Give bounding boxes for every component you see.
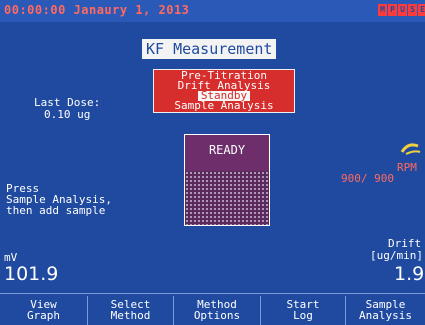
drift-label: Drift bbox=[388, 237, 422, 250]
method-options-button[interactable]: Method Options bbox=[173, 296, 260, 325]
status-icon-m: M bbox=[378, 4, 387, 16]
status-icon-e: E bbox=[418, 4, 425, 16]
view-graph-button[interactable]: View Graph bbox=[0, 296, 87, 325]
status-bar: 00:00:00 Janaury 1, 2013 M P U S E bbox=[0, 0, 425, 22]
select-method-button[interactable]: Select Method bbox=[87, 296, 173, 325]
start-log-button[interactable]: Start Log bbox=[260, 296, 345, 325]
last-dose-value: 0.10 ug bbox=[44, 108, 91, 121]
instruction-text: Press Sample Analysis, then add sample bbox=[6, 182, 112, 217]
titration-cell-liquid bbox=[184, 171, 270, 226]
softkey-bar: View Graph Select Method Method Options … bbox=[0, 293, 425, 325]
page-title: KF Measurement bbox=[142, 39, 277, 59]
menu-item-sample-analysis[interactable]: Sample Analysis bbox=[154, 100, 294, 111]
date-time: 00:00:00 Janaury 1, 2013 bbox=[4, 3, 190, 17]
status-icon-u: U bbox=[398, 4, 407, 16]
sample-analysis-button[interactable]: Sample Analysis bbox=[345, 296, 425, 325]
instrument-screen: 00:00:00 Janaury 1, 2013 M P U S E KF Me… bbox=[0, 0, 425, 325]
stirrer-icon bbox=[400, 143, 421, 155]
last-dose-label: Last Dose: bbox=[34, 96, 101, 109]
titration-cell-status: READY bbox=[184, 134, 270, 172]
status-icon-s: S bbox=[408, 4, 417, 16]
mode-menu: Pre-Titration Drift Analysis Standby Sam… bbox=[153, 69, 295, 113]
rpm-value: 900/ 900 bbox=[341, 172, 394, 185]
rpm-label: RPM bbox=[397, 161, 417, 174]
drift-unit: [ug/min] bbox=[370, 249, 423, 262]
mv-value: 101.9 bbox=[4, 263, 59, 285]
status-icon-p: P bbox=[388, 4, 397, 16]
status-icons: M P U S E bbox=[378, 4, 425, 16]
drift-value: 1.9 bbox=[394, 263, 425, 285]
mv-label: mV bbox=[4, 251, 18, 264]
